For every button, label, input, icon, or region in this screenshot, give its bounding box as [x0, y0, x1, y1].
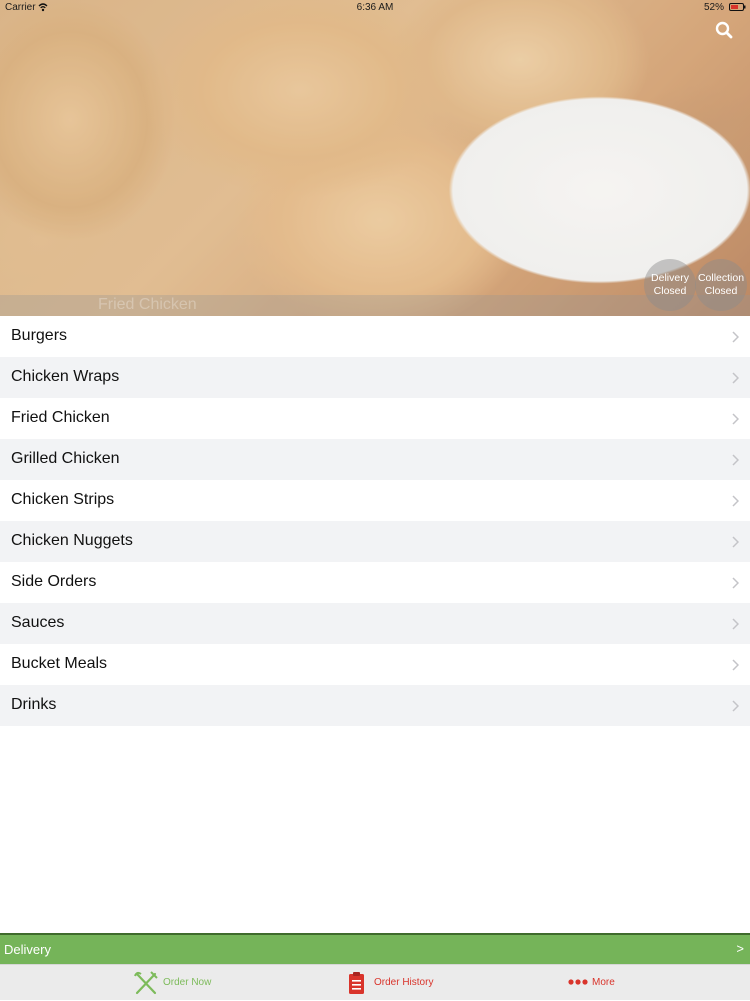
category-row-chicken-nuggets[interactable]: Chicken Nuggets	[0, 521, 750, 562]
category-row-sauces[interactable]: Sauces	[0, 603, 750, 644]
tab-order-now-label: Order Now	[163, 977, 212, 988]
category-label: Chicken Strips	[11, 491, 115, 508]
battery-icon	[729, 3, 746, 11]
chevron-right-icon	[732, 454, 739, 466]
delivery-mode-label: Delivery	[4, 942, 51, 957]
chevron-right-icon	[732, 413, 739, 425]
category-label: Grilled Chicken	[11, 450, 120, 467]
chevron-right-icon	[732, 495, 739, 507]
chevron-right-icon	[732, 618, 739, 630]
category-row-bucket-meals[interactable]: Bucket Meals	[0, 644, 750, 685]
tab-order-history[interactable]: Order History	[348, 965, 448, 1001]
more-dots-icon	[568, 979, 588, 985]
clipboard-icon	[349, 972, 364, 994]
hero-caption: Fried Chicken	[98, 296, 197, 313]
delivery-mode-arrow: >	[736, 941, 744, 956]
hero-overlay	[0, 0, 750, 316]
category-row-side-orders[interactable]: Side Orders	[0, 562, 750, 603]
category-label: Side Orders	[11, 573, 97, 590]
battery-percent: 52%	[703, 2, 724, 13]
chevron-right-icon	[732, 372, 739, 384]
tab-more-label: More	[592, 977, 615, 988]
chevron-right-icon	[732, 577, 739, 589]
category-row-fried-chicken[interactable]: Fried Chicken	[0, 398, 750, 439]
tab-bar: Order Now Order History More	[0, 964, 750, 1000]
category-label: Chicken Wraps	[11, 368, 120, 385]
collection-status-pill: Collection Closed	[695, 259, 747, 311]
delivery-status-label: Delivery	[651, 272, 689, 284]
category-row-chicken-strips[interactable]: Chicken Strips	[0, 480, 750, 521]
status-bar: Carrier 6:36 AM 52%	[0, 0, 750, 16]
chevron-right-icon	[732, 331, 739, 343]
category-row-chicken-wraps[interactable]: Chicken Wraps	[0, 357, 750, 398]
hero-image: Carrier 6:36 AM 52% Fried Chicken Delive…	[0, 0, 750, 316]
search-icon[interactable]	[714, 20, 734, 40]
category-label: Chicken Nuggets	[11, 532, 133, 549]
category-label: Fried Chicken	[11, 409, 110, 426]
category-row-drinks[interactable]: Drinks	[0, 685, 750, 726]
collection-status-state: Closed	[704, 285, 738, 297]
tab-order-now[interactable]: Order Now	[133, 965, 233, 1001]
category-label: Sauces	[11, 614, 65, 631]
category-label: Burgers	[11, 327, 68, 344]
category-label: Bucket Meals	[11, 655, 108, 672]
collection-status-label: Collection	[697, 272, 745, 284]
status-time: 6:36 AM	[356, 2, 394, 13]
tab-more[interactable]: More	[568, 965, 648, 1001]
tab-order-history-label: Order History	[374, 977, 434, 988]
fork-knife-icon	[134, 971, 158, 995]
category-list: Burgers Chicken Wraps Fried Chicken Gril…	[0, 316, 750, 726]
category-row-grilled-chicken[interactable]: Grilled Chicken	[0, 439, 750, 480]
chevron-right-icon	[732, 536, 739, 548]
delivery-status-pill: Delivery Closed	[644, 259, 696, 311]
chevron-right-icon	[732, 700, 739, 712]
delivery-status-state: Closed	[653, 285, 687, 297]
category-label: Drinks	[11, 696, 57, 713]
delivery-mode-bar[interactable]: Delivery >	[0, 933, 750, 964]
chevron-right-icon	[732, 659, 739, 671]
category-row-burgers[interactable]: Burgers	[0, 316, 750, 357]
